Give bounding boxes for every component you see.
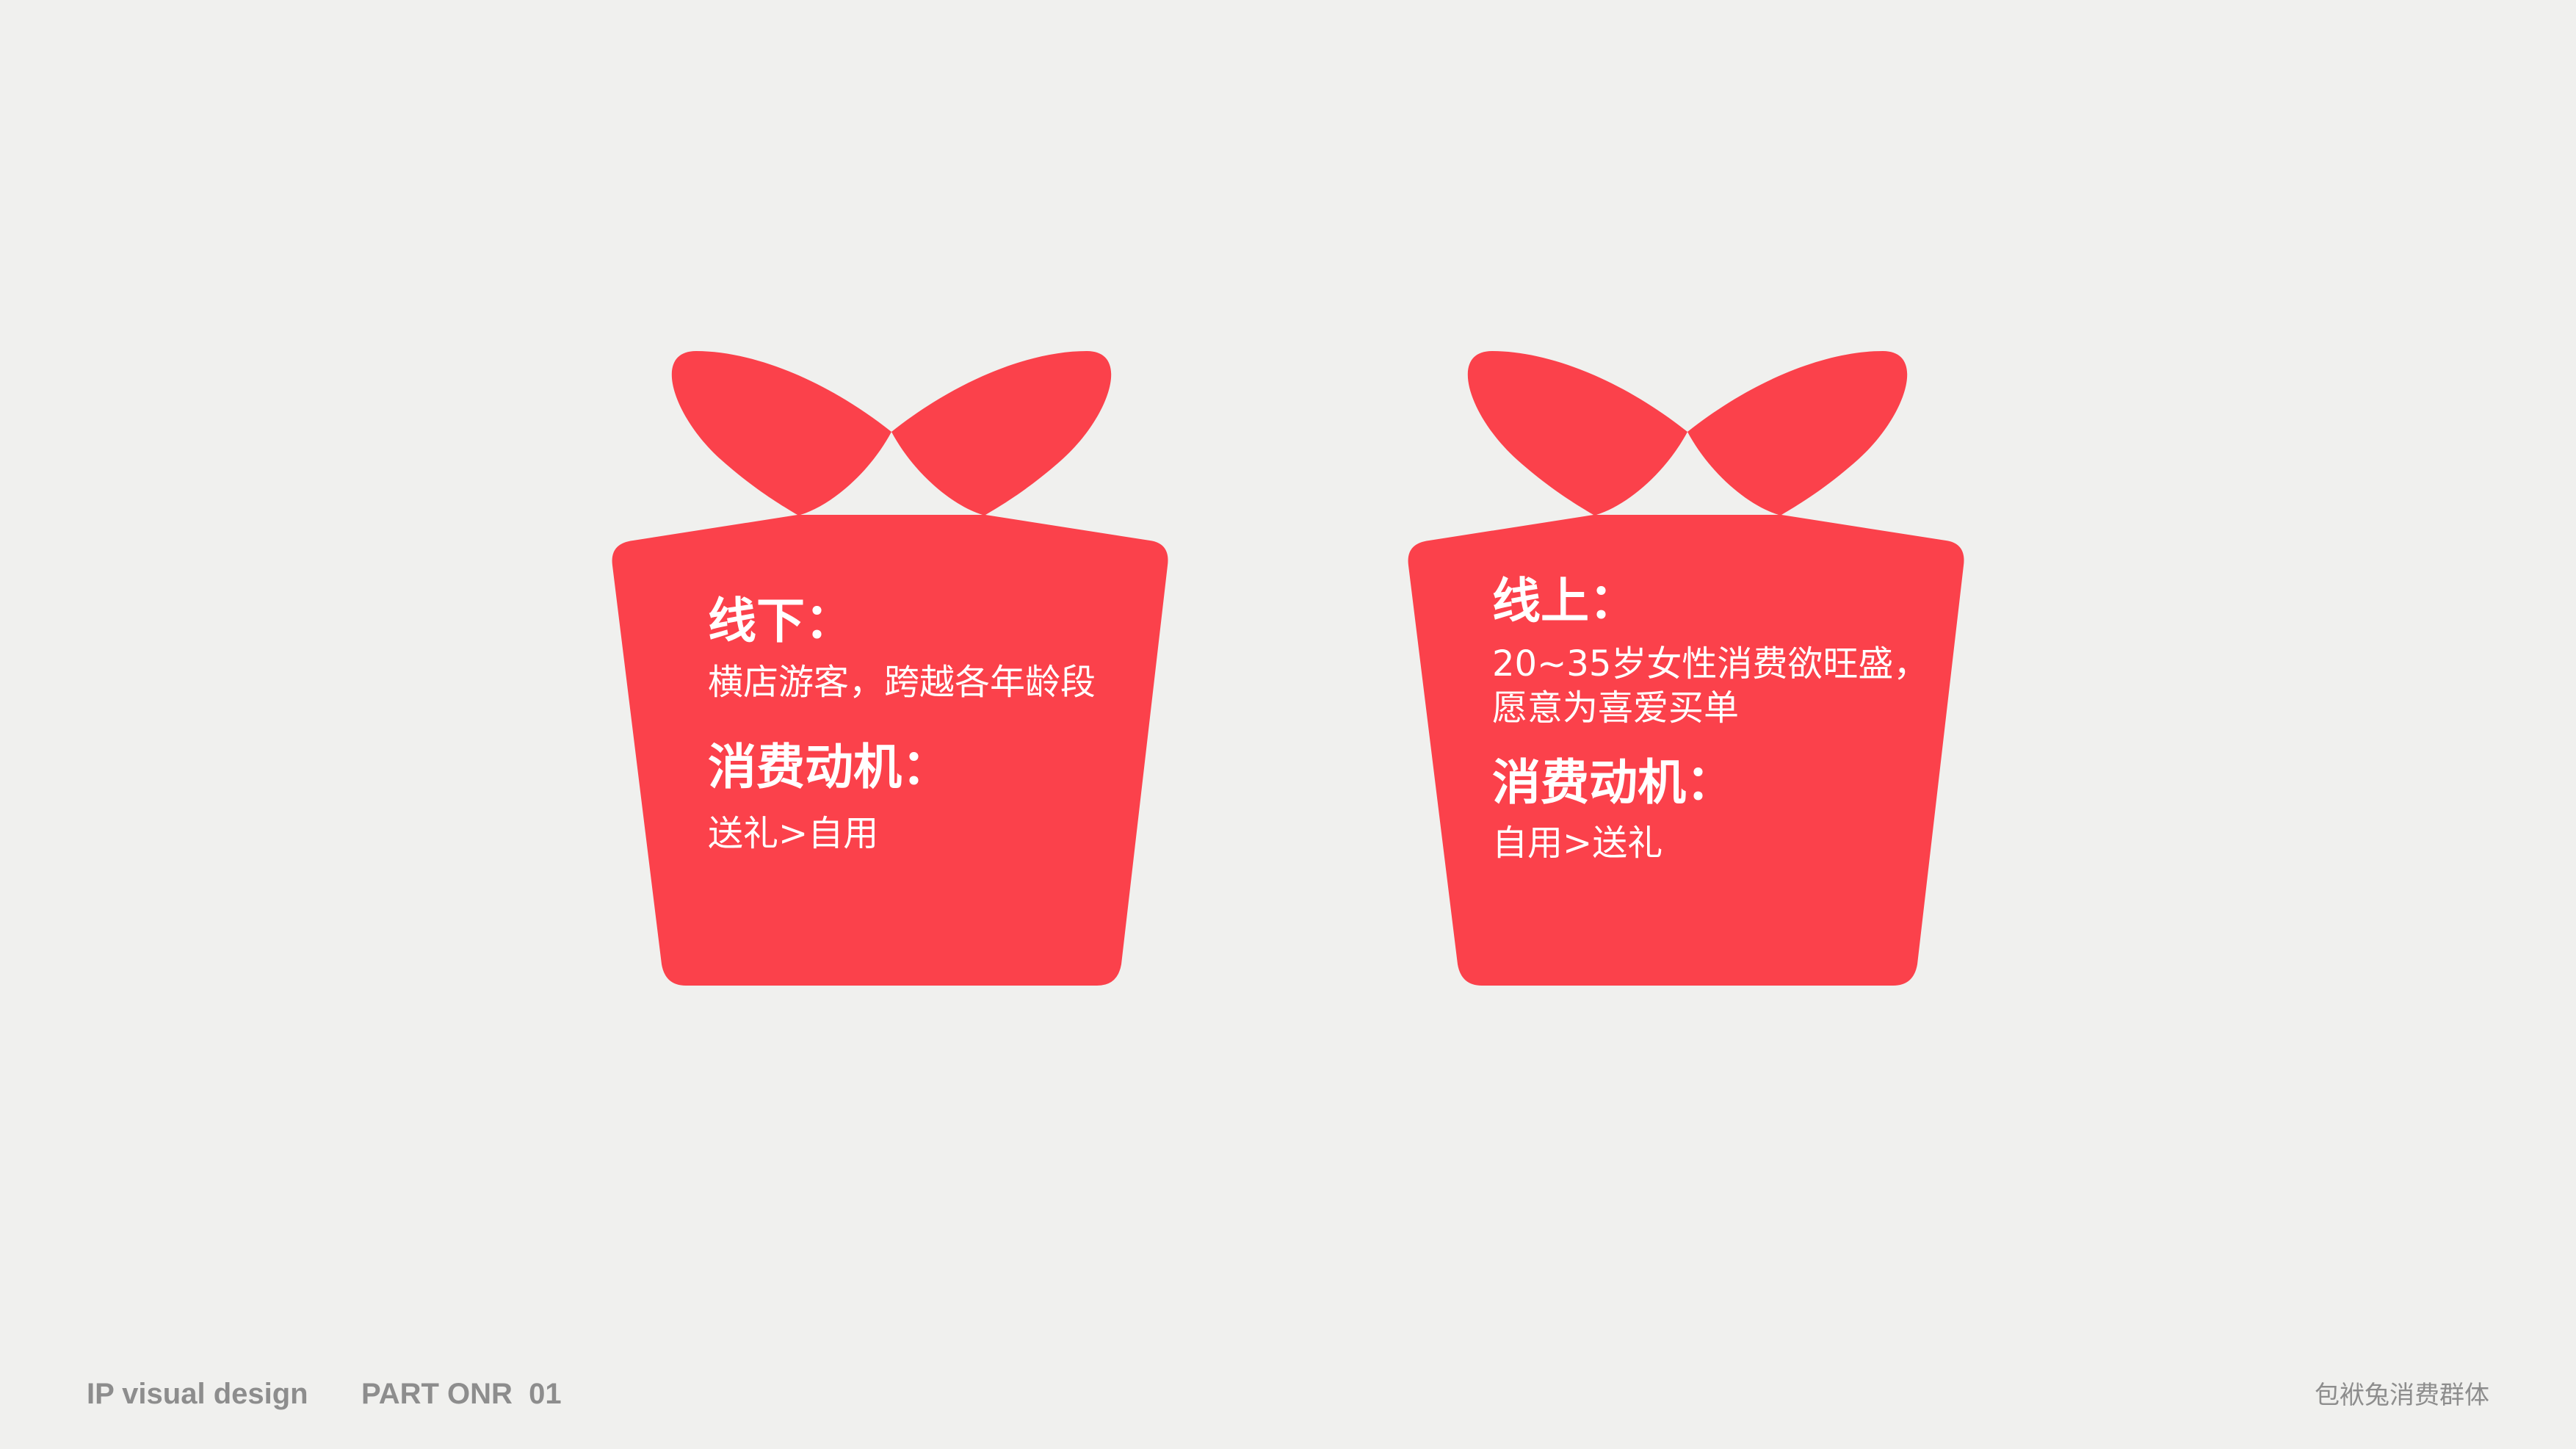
card-description-line: 20~35岁女性消费欲旺盛，: [1492, 643, 1929, 684]
motive-title: 消费动机：: [1492, 754, 1734, 811]
footer-section-title: 包袱兔消费群体: [2315, 1381, 2489, 1410]
footer-brand-label: IP visual design: [87, 1378, 308, 1410]
motive-text: 自用>送礼: [1492, 823, 1663, 864]
motive-text: 送礼>自用: [708, 813, 879, 855]
gift-card-offline: 线下： 横店游客，跨越各年龄段 消费动机： 送礼>自用: [611, 351, 1172, 989]
card-description-line: 愿意为喜爱买单: [1492, 687, 1740, 729]
card-title: 线上：: [1492, 573, 1638, 629]
motive-title: 消费动机：: [708, 738, 950, 795]
card-title: 线下：: [708, 593, 853, 649]
gift-card-online: 线上： 20~35岁女性消费欲旺盛， 愿意为喜爱买单 消费动机： 自用>送礼: [1407, 351, 1968, 989]
footer-part-label: PART ONR 01: [361, 1378, 562, 1410]
card-description-line: 横店游客，跨越各年龄段: [708, 661, 1096, 703]
